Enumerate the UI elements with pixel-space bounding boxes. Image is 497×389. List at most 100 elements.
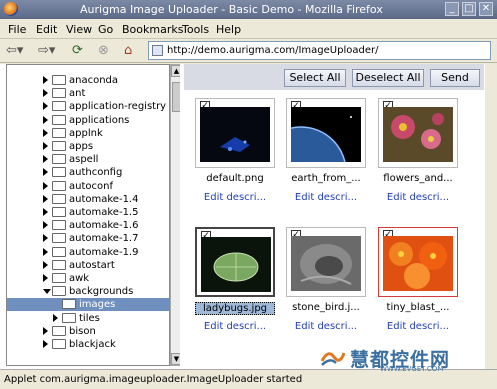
status-text: Applet com.aurigma.imageuploader.ImageUp… — [4, 374, 303, 385]
tree-item[interactable]: blackjack — [7, 338, 157, 351]
close-button[interactable]: ✕ — [479, 2, 493, 16]
collapsed-arrow-icon[interactable] — [43, 274, 48, 282]
deselect-all-button[interactable]: Deselect All — [352, 69, 424, 87]
edit-description-link[interactable]: Edit descri... — [286, 192, 366, 203]
firefox-icon — [4, 2, 18, 16]
thumbnail-name: flowers_and... — [383, 173, 453, 184]
tree-item[interactable]: autostart — [7, 259, 157, 272]
tree-item-label: autoconf — [69, 180, 113, 192]
tree-item[interactable]: bison — [7, 325, 157, 338]
collapsed-arrow-icon[interactable] — [43, 194, 48, 203]
tree-item[interactable]: automake-1.7 — [7, 232, 157, 245]
tree-item[interactable]: tiles — [7, 312, 157, 325]
thumbnail-frame[interactable]: ✓ — [286, 227, 366, 297]
tree-item[interactable]: automake-1.4 — [7, 193, 157, 206]
select-all-button[interactable]: Select All — [284, 69, 346, 87]
tree-item[interactable]: anaconda — [7, 74, 157, 87]
forward-arrow-icon[interactable]: ⇨▾ — [38, 42, 55, 60]
tree-item[interactable]: applnk — [7, 127, 157, 140]
thumbnail-item[interactable]: ✓ stone_bird.j... Edit descri... — [286, 227, 366, 332]
tree-item[interactable]: apps — [7, 140, 157, 153]
folder-icon — [52, 233, 66, 244]
url-text: http://demo.aurigma.com/ImageUploader/ — [167, 45, 379, 56]
menu-view[interactable]: View — [66, 23, 92, 36]
back-arrow-icon[interactable]: ⇦▾ — [6, 42, 23, 60]
menu-file[interactable]: File — [8, 23, 26, 36]
edit-description-link[interactable]: Edit descri... — [195, 321, 275, 332]
collapsed-arrow-icon[interactable] — [43, 181, 48, 190]
thumbnail-item[interactable]: ✓ ladybugs.jpg Edit descri... — [195, 227, 275, 332]
tree-item[interactable]: automake-1.9 — [7, 246, 157, 259]
collapsed-arrow-icon[interactable] — [43, 260, 48, 269]
thumbnail-item[interactable]: ✓ default.png Edit descri... — [195, 98, 275, 203]
folder-icon — [52, 193, 66, 204]
thumbnail-name: earth_from_... — [291, 173, 361, 184]
collapsed-arrow-icon[interactable] — [43, 168, 48, 177]
watermark-icon — [320, 352, 346, 366]
tree-item-label: aspell — [69, 154, 99, 166]
collapsed-arrow-icon[interactable] — [43, 128, 48, 137]
tree-item[interactable]: autoconf — [7, 180, 157, 193]
menu-tools[interactable]: Tools — [182, 23, 209, 36]
expanded-arrow-icon[interactable] — [43, 289, 51, 295]
folder-icon — [62, 299, 76, 310]
menu-help[interactable]: Help — [216, 23, 241, 36]
tree-item-label: awk — [69, 273, 90, 284]
tree-item[interactable]: backgrounds — [7, 285, 157, 298]
collapsed-arrow-icon[interactable] — [43, 221, 48, 230]
menu-go[interactable]: Go — [98, 23, 113, 36]
tree-item[interactable]: ant — [7, 87, 157, 100]
tree-item[interactable]: images — [7, 298, 169, 312]
tree-item[interactable]: authconfig — [7, 166, 157, 179]
collapsed-arrow-icon[interactable] — [43, 102, 48, 111]
collapsed-arrow-icon[interactable] — [53, 313, 58, 322]
thumbnail-frame[interactable]: ✓ — [286, 98, 366, 168]
collapsed-arrow-icon[interactable] — [43, 247, 48, 256]
thumbnail-frame[interactable]: ✓ — [195, 227, 275, 297]
tree-item[interactable]: aspell — [7, 153, 157, 166]
tree-item[interactable]: automake-1.6 — [7, 219, 157, 232]
edit-description-link[interactable]: Edit descri... — [378, 321, 458, 332]
tree-item-label: applnk — [69, 127, 103, 139]
navigation-toolbar: ⇦▾ ⇨▾ ⟳ ⊗ ⌂ http://demo.aurigma.com/Imag… — [0, 39, 497, 63]
thumbnail-frame[interactable]: ✓ — [378, 98, 458, 168]
page-scrollbar[interactable] — [485, 64, 497, 369]
thumbnail-name: tiny_blast_... — [386, 302, 450, 313]
home-icon[interactable]: ⌂ — [124, 42, 132, 60]
tree-item-label: anaconda — [69, 75, 119, 86]
stop-icon[interactable]: ⊗ — [98, 42, 109, 60]
collapsed-arrow-icon[interactable] — [43, 89, 48, 98]
maximize-button[interactable]: □ — [462, 2, 476, 16]
menu-bookmarks[interactable]: Bookmarks — [122, 23, 183, 36]
minimize-button[interactable]: _ — [445, 2, 459, 16]
edit-description-link[interactable]: Edit descri... — [286, 321, 366, 332]
thumbnail-frame[interactable]: ✓ — [195, 98, 275, 168]
tree-item[interactable]: application-registry — [7, 100, 166, 113]
thumbnail-frame[interactable]: ✓ — [378, 227, 458, 297]
thumbnail-item[interactable]: ✓ tiny_blast_... Edit descri... — [378, 227, 458, 332]
url-bar[interactable]: http://demo.aurigma.com/ImageUploader/ — [148, 41, 491, 60]
collapsed-arrow-icon[interactable] — [43, 76, 48, 84]
folder-icon — [62, 312, 76, 323]
tree-item[interactable]: awk — [7, 272, 157, 285]
menu-edit[interactable]: Edit — [36, 23, 57, 36]
thumbnail-image — [200, 107, 270, 162]
watermark-subtext: WWW.EVGET.COM — [380, 365, 444, 373]
collapsed-arrow-icon[interactable] — [43, 208, 48, 216]
collapsed-arrow-icon[interactable] — [43, 234, 48, 243]
thumbnail-item[interactable]: ✓ earth_from_... Edit descri... — [286, 98, 366, 203]
edit-description-link[interactable]: Edit descri... — [195, 192, 275, 203]
collapsed-arrow-icon[interactable] — [43, 326, 48, 335]
collapsed-arrow-icon[interactable] — [43, 340, 48, 348]
tree-item[interactable]: applications — [7, 114, 157, 127]
collapsed-arrow-icon[interactable] — [43, 115, 48, 124]
folder-icon — [52, 180, 66, 191]
thumbnail-item[interactable]: ✓ flowers_and... Edit descri... — [378, 98, 458, 203]
send-button[interactable]: Send — [430, 69, 480, 87]
reload-icon[interactable]: ⟳ — [72, 42, 83, 60]
tree-item[interactable]: automake-1.5 — [7, 206, 157, 219]
collapsed-arrow-icon[interactable] — [43, 155, 48, 164]
collapsed-arrow-icon[interactable] — [43, 142, 48, 150]
browser-window: Aurigma Image Uploader - Basic Demo - Mo… — [0, 0, 497, 389]
edit-description-link[interactable]: Edit descri... — [378, 192, 458, 203]
